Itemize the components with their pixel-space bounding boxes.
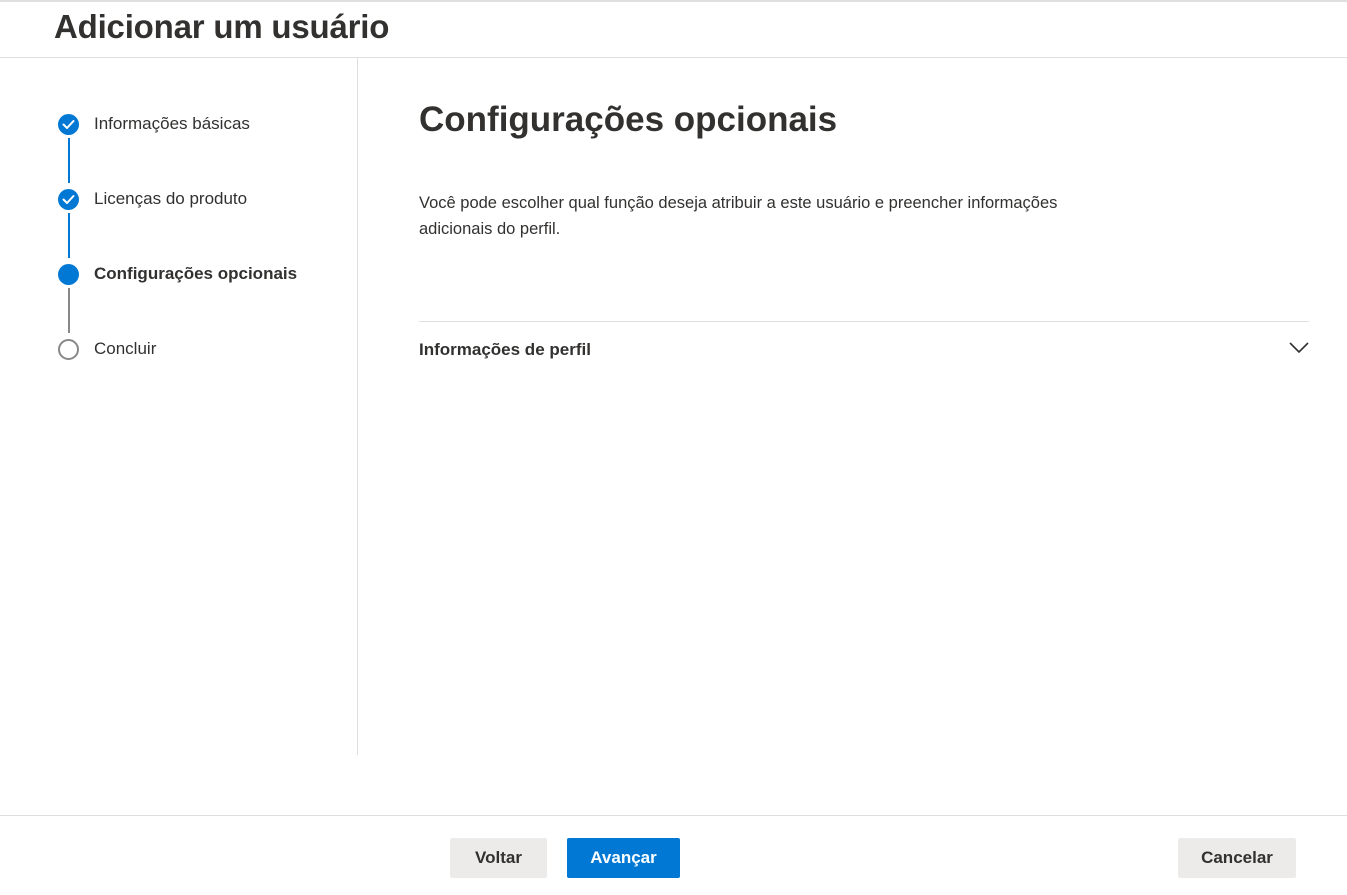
step-optional-settings[interactable]: Configurações opcionais <box>58 262 348 286</box>
wizard-steps: Informações básicas Licenças do produto … <box>0 58 358 755</box>
chevron-down-icon <box>1289 342 1309 354</box>
step-label: Concluir <box>94 339 157 358</box>
step-finish: Concluir <box>58 337 348 361</box>
current-step-dot-icon <box>58 264 79 285</box>
next-button[interactable]: Avançar <box>567 838 680 878</box>
check-icon <box>58 114 79 135</box>
step-basic-info[interactable]: Informações básicas <box>58 112 348 136</box>
step-label: Informações básicas <box>94 114 250 133</box>
accordion-label: Informações de perfil <box>419 340 591 359</box>
step-connector <box>68 138 70 183</box>
section-title: Configurações opcionais <box>419 100 838 139</box>
page-header: Adicionar um usuário <box>0 2 1347 58</box>
step-label: Licenças do produto <box>94 189 248 208</box>
step-connector <box>68 213 70 258</box>
footer: Voltar Avançar Cancelar <box>0 815 1347 895</box>
check-icon <box>58 189 79 210</box>
profile-info-accordion[interactable]: Informações de perfil <box>419 322 1309 378</box>
step-product-licenses[interactable]: Licenças do produto <box>58 187 348 211</box>
pending-step-circle-icon <box>58 339 79 360</box>
step-label: Configurações opcionais <box>94 264 298 283</box>
section-description: Você pode escolher qual função deseja at… <box>419 194 1058 238</box>
cancel-button[interactable]: Cancelar <box>1178 838 1296 878</box>
back-button[interactable]: Voltar <box>450 838 547 878</box>
page-title: Adicionar um usuário <box>54 8 390 45</box>
step-connector <box>68 288 70 333</box>
